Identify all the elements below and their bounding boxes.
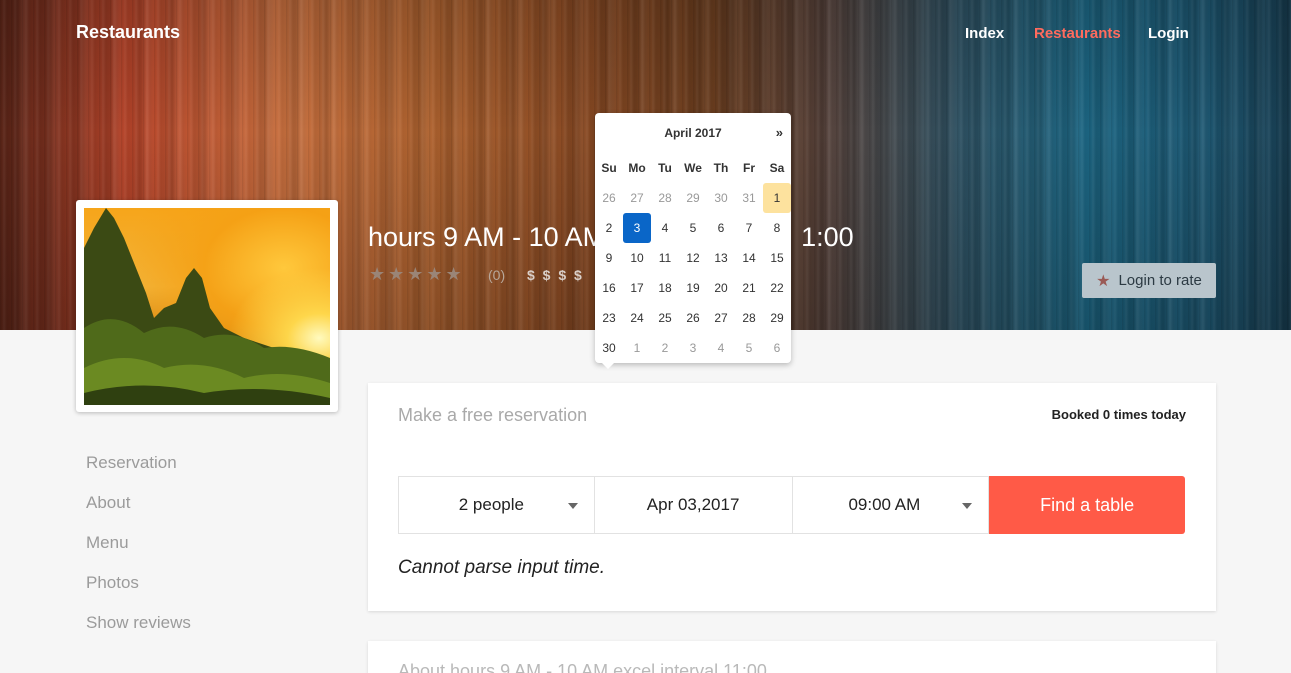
datepicker-day[interactable]: 26 [679, 303, 707, 333]
sidebar-item-show-reviews[interactable]: Show reviews [86, 612, 191, 652]
sidebar-item-photos[interactable]: Photos [86, 572, 191, 612]
datepicker-header: April 2017 » [595, 123, 791, 143]
sidebar-item-menu[interactable]: Menu [86, 532, 191, 572]
sidebar-item-reservation[interactable]: Reservation [86, 452, 191, 492]
datepicker-day[interactable]: 24 [623, 303, 651, 333]
datepicker-day[interactable]: 27 [623, 183, 651, 213]
date-input[interactable]: Apr 03,2017 [594, 476, 793, 534]
people-value: 2 people [458, 495, 524, 514]
datepicker-day[interactable]: 31 [735, 183, 763, 213]
datepicker-day[interactable]: 28 [735, 303, 763, 333]
datepicker-day[interactable]: 19 [679, 273, 707, 303]
dow-label: Fr [743, 161, 755, 175]
datepicker-day[interactable]: 21 [735, 273, 763, 303]
nav-restaurants[interactable]: Restaurants [1034, 25, 1121, 42]
price-level: $ $ $ $ [527, 267, 582, 283]
datepicker-day[interactable]: 1 [763, 183, 791, 213]
booked-count: Booked 0 times today [1051, 407, 1186, 422]
datepicker-week-row: 30 1 2 3 4 5 6 [595, 333, 791, 363]
datepicker-day[interactable]: 5 [735, 333, 763, 363]
dow-label: We [684, 161, 702, 175]
datepicker-day[interactable]: 30 [595, 333, 623, 363]
datepicker-dow-row: Su Mo Tu We Th Fr Sa [595, 153, 791, 183]
datepicker-day[interactable]: 5 [679, 213, 707, 243]
datepicker-day[interactable]: 13 [707, 243, 735, 273]
login-to-rate-button[interactable]: ★ Login to rate [1082, 263, 1216, 298]
datepicker-week-row: 9 10 11 12 13 14 15 [595, 243, 791, 273]
datepicker-day[interactable]: 20 [707, 273, 735, 303]
datepicker-day[interactable]: 3 [623, 213, 651, 243]
restaurant-photo [84, 208, 330, 405]
datepicker-day[interactable]: 27 [707, 303, 735, 333]
datepicker-day[interactable]: 18 [651, 273, 679, 303]
nav-login[interactable]: Login [1148, 25, 1189, 42]
brand-logo[interactable]: Restaurants [76, 22, 180, 43]
datepicker-day[interactable]: 7 [735, 213, 763, 243]
restaurant-photo-frame [76, 200, 338, 412]
about-title: About hours 9 AM - 10 AM excel interval … [398, 661, 767, 673]
datepicker-day[interactable]: 28 [651, 183, 679, 213]
rating-stars[interactable]: ★★★★★ [369, 264, 465, 285]
datepicker-week-row: 2345678 [595, 213, 791, 243]
reservation-title: Make a free reservation [398, 405, 588, 425]
datepicker-day[interactable]: 11 [651, 243, 679, 273]
dow-label: Su [601, 161, 617, 175]
datepicker-day[interactable]: 26 [595, 183, 623, 213]
datepicker-day[interactable]: 25 [651, 303, 679, 333]
datepicker-day[interactable]: 12 [679, 243, 707, 273]
error-message: Cannot parse input time. [398, 557, 606, 578]
datepicker-day[interactable]: 6 [707, 213, 735, 243]
datepicker-day[interactable]: 8 [763, 213, 791, 243]
datepicker-day[interactable]: 4 [707, 333, 735, 363]
datepicker-day[interactable]: 22 [763, 273, 791, 303]
datepicker-day[interactable]: 4 [651, 213, 679, 243]
datepicker-day[interactable]: 23 [595, 303, 623, 333]
landscape-image [84, 208, 330, 405]
sidebar-item-about[interactable]: About [86, 492, 191, 532]
login-to-rate-label: Login to rate [1118, 272, 1202, 289]
dow-label: Mo [628, 161, 646, 175]
sidebar-nav: Reservation About Menu Photos Show revie… [86, 452, 191, 652]
datepicker-grid: Su Mo Tu We Th Fr Sa 26 27 28 29 30 31 1 2 3 4 5 6 7… [595, 153, 791, 363]
dow-label: Sa [769, 161, 785, 175]
datepicker-day[interactable]: 10 [623, 243, 651, 273]
datepicker-day[interactable]: 30 [707, 183, 735, 213]
datepicker-day[interactable]: 15 [763, 243, 791, 273]
date-value: Apr 03,2017 [646, 495, 740, 514]
people-select[interactable]: 2 people [398, 476, 595, 534]
datepicker-day[interactable]: 16 [595, 273, 623, 303]
chevron-down-icon [962, 503, 973, 509]
datepicker-month[interactable]: April 2017 [595, 123, 791, 143]
reservation-card: Make a free reservation Booked 0 times t… [368, 383, 1216, 611]
datepicker-week-row: 16 17 18 19 20 21 22 [595, 273, 791, 303]
datepicker-day[interactable]: 3 [679, 333, 707, 363]
datepicker-day[interactable]: 29 [679, 183, 707, 213]
star-icon: ★ [1096, 272, 1111, 290]
datepicker-day[interactable]: 29 [763, 303, 791, 333]
datepicker-day[interactable]: 9 [595, 243, 623, 273]
time-value: 09:00 AM [848, 495, 921, 514]
reservation-form: 2 people Apr 03,2017 09:00 AM Find a tab… [398, 476, 1185, 534]
next-month-icon[interactable]: » [776, 123, 783, 143]
rating-count: (0) [488, 267, 506, 283]
dow-label: Th [713, 161, 729, 175]
datepicker-day[interactable]: 1 [623, 333, 651, 363]
datepicker-day[interactable]: 17 [623, 273, 651, 303]
datepicker-week-row: 26 27 28 29 30 31 1 [595, 183, 791, 213]
chevron-down-icon [567, 503, 578, 509]
datepicker-week-row: 23 24 25 26 27 28 29 [595, 303, 791, 333]
datepicker-day[interactable]: 2 [651, 333, 679, 363]
dow-label: Tu [658, 161, 672, 175]
datepicker-day[interactable]: 2 [595, 213, 623, 243]
about-card: About hours 9 AM - 10 AM excel interval … [368, 641, 1216, 673]
datepicker-day[interactable]: 14 [735, 243, 763, 273]
datepicker-popup: April 2017 » Su Mo Tu We Th Fr Sa 26 27 28… [595, 113, 791, 369]
time-select[interactable]: 09:00 AM [792, 476, 990, 534]
find-table-button[interactable]: Find a table [989, 476, 1185, 534]
nav-index[interactable]: Index [965, 25, 1004, 42]
datepicker-day[interactable]: 6 [763, 333, 791, 363]
